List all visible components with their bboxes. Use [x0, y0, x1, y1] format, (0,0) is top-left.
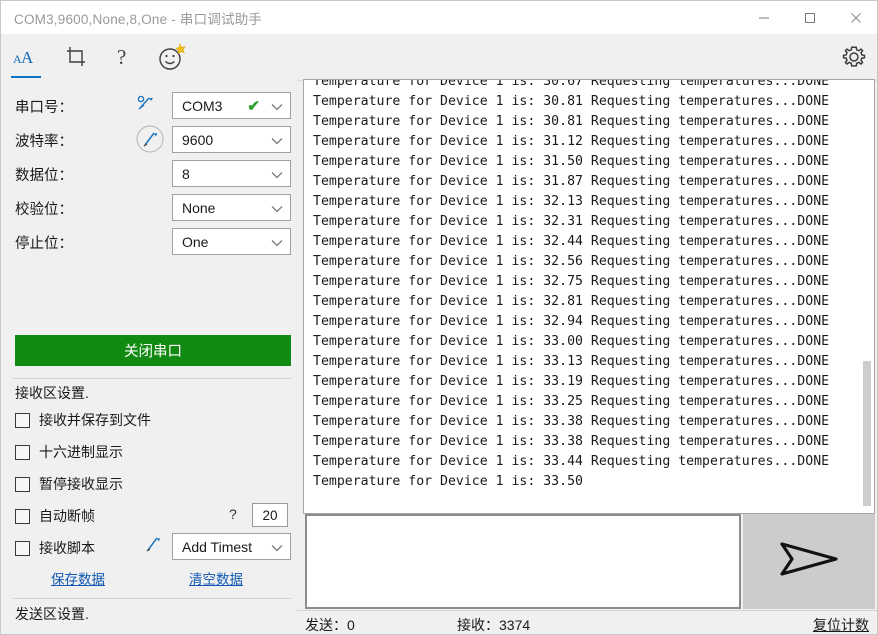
stopbits-row: 停止位： One	[1, 226, 297, 258]
port-row: 串口号： COM3 ✔	[1, 90, 297, 122]
refresh-ports-icon[interactable]	[136, 92, 158, 119]
svg-text:A: A	[21, 48, 34, 67]
font-size-icon[interactable]: A A	[7, 40, 45, 74]
reset-counter-link[interactable]: 复位计数	[813, 615, 869, 634]
parity-label: 校验位：	[15, 201, 73, 218]
chevron-down-icon	[271, 200, 283, 216]
minimize-button[interactable]	[741, 1, 787, 34]
checkbox-auto-frame[interactable]: 自动断帧	[15, 504, 95, 528]
checkbox-pause-display[interactable]: 暂停接收显示	[15, 472, 123, 496]
receive-script-select[interactable]: Add Timest	[172, 533, 291, 560]
smiley-sparkle-icon[interactable]	[153, 40, 191, 74]
save-data-link-wrap[interactable]: 保存数据	[51, 568, 105, 589]
receive-scrollbar[interactable]	[861, 81, 873, 513]
baud-label: 波特率：	[15, 133, 73, 150]
chevron-down-icon	[271, 166, 283, 182]
clear-data-link-wrap[interactable]: 清空数据	[189, 568, 243, 589]
parity-select[interactable]: None	[172, 194, 291, 221]
receive-section-title: 接收区设置.	[15, 385, 89, 401]
port-select[interactable]: COM3 ✔	[172, 92, 291, 119]
svg-text:?: ?	[117, 45, 126, 69]
receive-script-edit-icon[interactable]	[141, 532, 165, 561]
parity-select-value: None	[182, 199, 216, 216]
checkbox-box[interactable]	[15, 476, 30, 492]
checkbox-save-to-file[interactable]: 接收并保存到文件	[15, 408, 151, 432]
status-bar: 发送：0 接收：3374 复位计数	[297, 610, 877, 634]
baud-select-value: 9600	[182, 131, 214, 148]
save-data-link[interactable]: 保存数据	[51, 572, 105, 587]
title-bar: COM3,9600,None,8,One - 串口调试助手	[1, 1, 877, 34]
databits-select[interactable]: 8	[172, 160, 291, 187]
toggle-port-button[interactable]: 关闭串口	[15, 335, 291, 366]
receive-area-text: Temperature for Device 1 is: 30.67 Reque…	[313, 79, 830, 489]
checkbox-send-file[interactable]: 发送文件	[15, 630, 95, 634]
checkbox-box[interactable]	[15, 444, 30, 460]
receive-section-divider	[13, 378, 291, 379]
chevron-down-icon	[271, 132, 283, 148]
checkbox-label: 十六进制显示	[39, 444, 123, 460]
sent-count: 发送：0	[305, 617, 355, 633]
settings-panel: 串口号： COM3 ✔ 波特率： 9600 数据位： 8 校验位： None 停…	[1, 80, 297, 634]
parity-row: 校验位： None	[1, 192, 297, 224]
stopbits-label: 停止位：	[15, 235, 73, 252]
port-select-value: COM3	[182, 97, 223, 114]
stopbits-select-value: One	[182, 233, 209, 250]
checkbox-hex-display[interactable]: 十六进制显示	[15, 440, 123, 464]
receive-scrollbar-thumb[interactable]	[863, 361, 871, 506]
checkbox-label: 接收并保存到文件	[39, 412, 151, 428]
send-input-area[interactable]	[305, 514, 741, 609]
send-button[interactable]	[743, 514, 875, 609]
send-paper-plane-icon	[776, 536, 842, 587]
baud-script-icon[interactable]	[135, 124, 165, 159]
font-size-active-indicator	[11, 76, 41, 78]
receive-script-value: Add Timest	[182, 538, 253, 555]
baud-row: 波特率： 9600	[1, 124, 297, 156]
serial-assistant-window: COM3,9600,None,8,One - 串口调试助手 A A ? 串口号：…	[0, 0, 878, 635]
stopbits-select[interactable]: One	[172, 228, 291, 255]
window-controls	[741, 1, 877, 34]
send-section-title: 发送区设置.	[15, 606, 89, 622]
databits-select-value: 8	[182, 165, 190, 182]
window-title: COM3,9600,None,8,One - 串口调试助手	[14, 11, 263, 27]
maximize-button[interactable]	[787, 1, 833, 34]
received-count: 接收：3374	[457, 617, 531, 633]
close-button[interactable]	[833, 1, 877, 34]
checkbox-label: 接收脚本	[39, 540, 95, 556]
baud-select[interactable]: 9600	[172, 126, 291, 153]
gear-icon[interactable]	[835, 40, 873, 74]
checkbox-box[interactable]	[15, 508, 30, 524]
auto-frame-help-icon[interactable]: ?	[229, 506, 237, 522]
chevron-down-icon	[271, 539, 283, 555]
extend-command-link-wrap[interactable]: 扩展命令	[189, 631, 243, 634]
send-section-divider	[13, 598, 291, 599]
databits-row: 数据位： 8	[1, 158, 297, 190]
checkbox-label: 暂停接收显示	[39, 476, 123, 492]
checkbox-box[interactable]	[15, 412, 30, 428]
checkbox-box[interactable]	[15, 540, 30, 556]
question-mark-icon[interactable]: ?	[105, 40, 143, 74]
clear-data-link[interactable]: 清空数据	[189, 572, 243, 587]
chevron-down-icon	[271, 234, 283, 250]
checkbox-receive-script[interactable]: 接收脚本	[15, 536, 95, 560]
chevron-down-icon	[271, 98, 283, 114]
checkbox-label: 自动断帧	[39, 508, 95, 524]
toolbar: A A ?	[1, 34, 877, 81]
auto-frame-timeout-input[interactable]: 20	[252, 503, 288, 527]
crop-icon[interactable]	[57, 40, 95, 74]
databits-label: 数据位：	[15, 167, 73, 184]
port-connected-check-icon: ✔	[247, 97, 260, 115]
receive-area[interactable]: Temperature for Device 1 is: 30.67 Reque…	[303, 79, 875, 514]
port-label: 串口号：	[15, 99, 73, 116]
